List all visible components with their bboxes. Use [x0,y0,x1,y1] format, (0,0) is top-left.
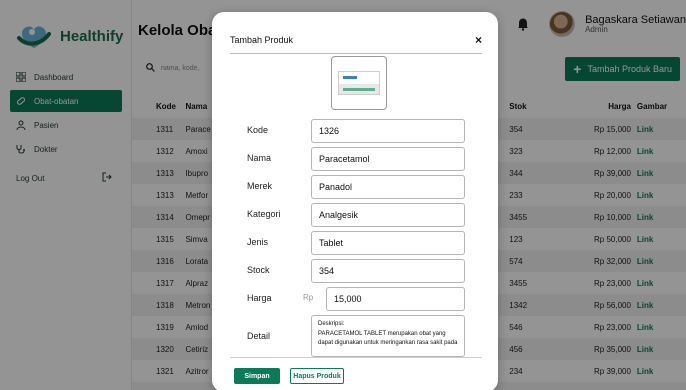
field-row-merek: Merek Panadol [212,175,498,199]
nama-input[interactable]: Paracetamol [311,147,465,171]
field-row-nama: Nama Paracetamol [212,147,498,171]
kategori-input[interactable]: Analgesik [311,203,465,227]
field-row-stock: Stock 354 [212,259,498,283]
field-row-detail: Detail Deskripsi: PARACETAMOL TABLET mer… [212,315,498,359]
field-label-kategori: Kategori [247,209,281,219]
close-icon[interactable]: × [475,33,482,47]
product-image[interactable] [331,56,387,110]
field-row-kode: Kode 1326 [212,119,498,143]
field-label-harga: Harga [247,293,272,303]
field-row-harga: Harga Rp 15,000 [212,287,498,311]
field-label-jenis: Jenis [247,237,269,247]
field-label-stock: Stock [247,265,270,275]
modal-title: Tambah Produk [230,34,294,45]
field-row-jenis: Jenis Tablet [212,231,498,255]
save-button[interactable]: Simpan [234,368,280,384]
modal-divider [230,357,482,358]
merek-input[interactable]: Panadol [311,175,465,199]
stock-input[interactable]: 354 [311,259,465,283]
modal-header: Tambah Produk × [230,26,482,54]
detail-heading: Deskripsi: [318,321,345,327]
detail-text: PARACETAMOL TABLET merupakan obat yang d… [318,331,458,346]
jenis-input[interactable]: Tablet [311,231,465,255]
field-row-kategori: Kategori Analgesik [212,203,498,227]
medicine-box-image [338,71,380,95]
harga-input[interactable]: 15,000 [326,287,465,311]
field-label-detail: Detail [247,331,271,341]
delete-product-button[interactable]: Hapus Produk [290,368,344,384]
field-label-merek: Merek [247,181,273,191]
currency-prefix: Rp [303,293,314,302]
detail-textarea[interactable]: Deskripsi: PARACETAMOL TABLET merupakan … [311,315,465,357]
add-product-modal: Tambah Produk × Kode 1326 Nama Paracetam… [212,12,498,390]
field-label-kode: Kode [247,125,269,135]
field-label-nama: Nama [247,153,272,163]
kode-input[interactable]: 1326 [311,119,465,143]
